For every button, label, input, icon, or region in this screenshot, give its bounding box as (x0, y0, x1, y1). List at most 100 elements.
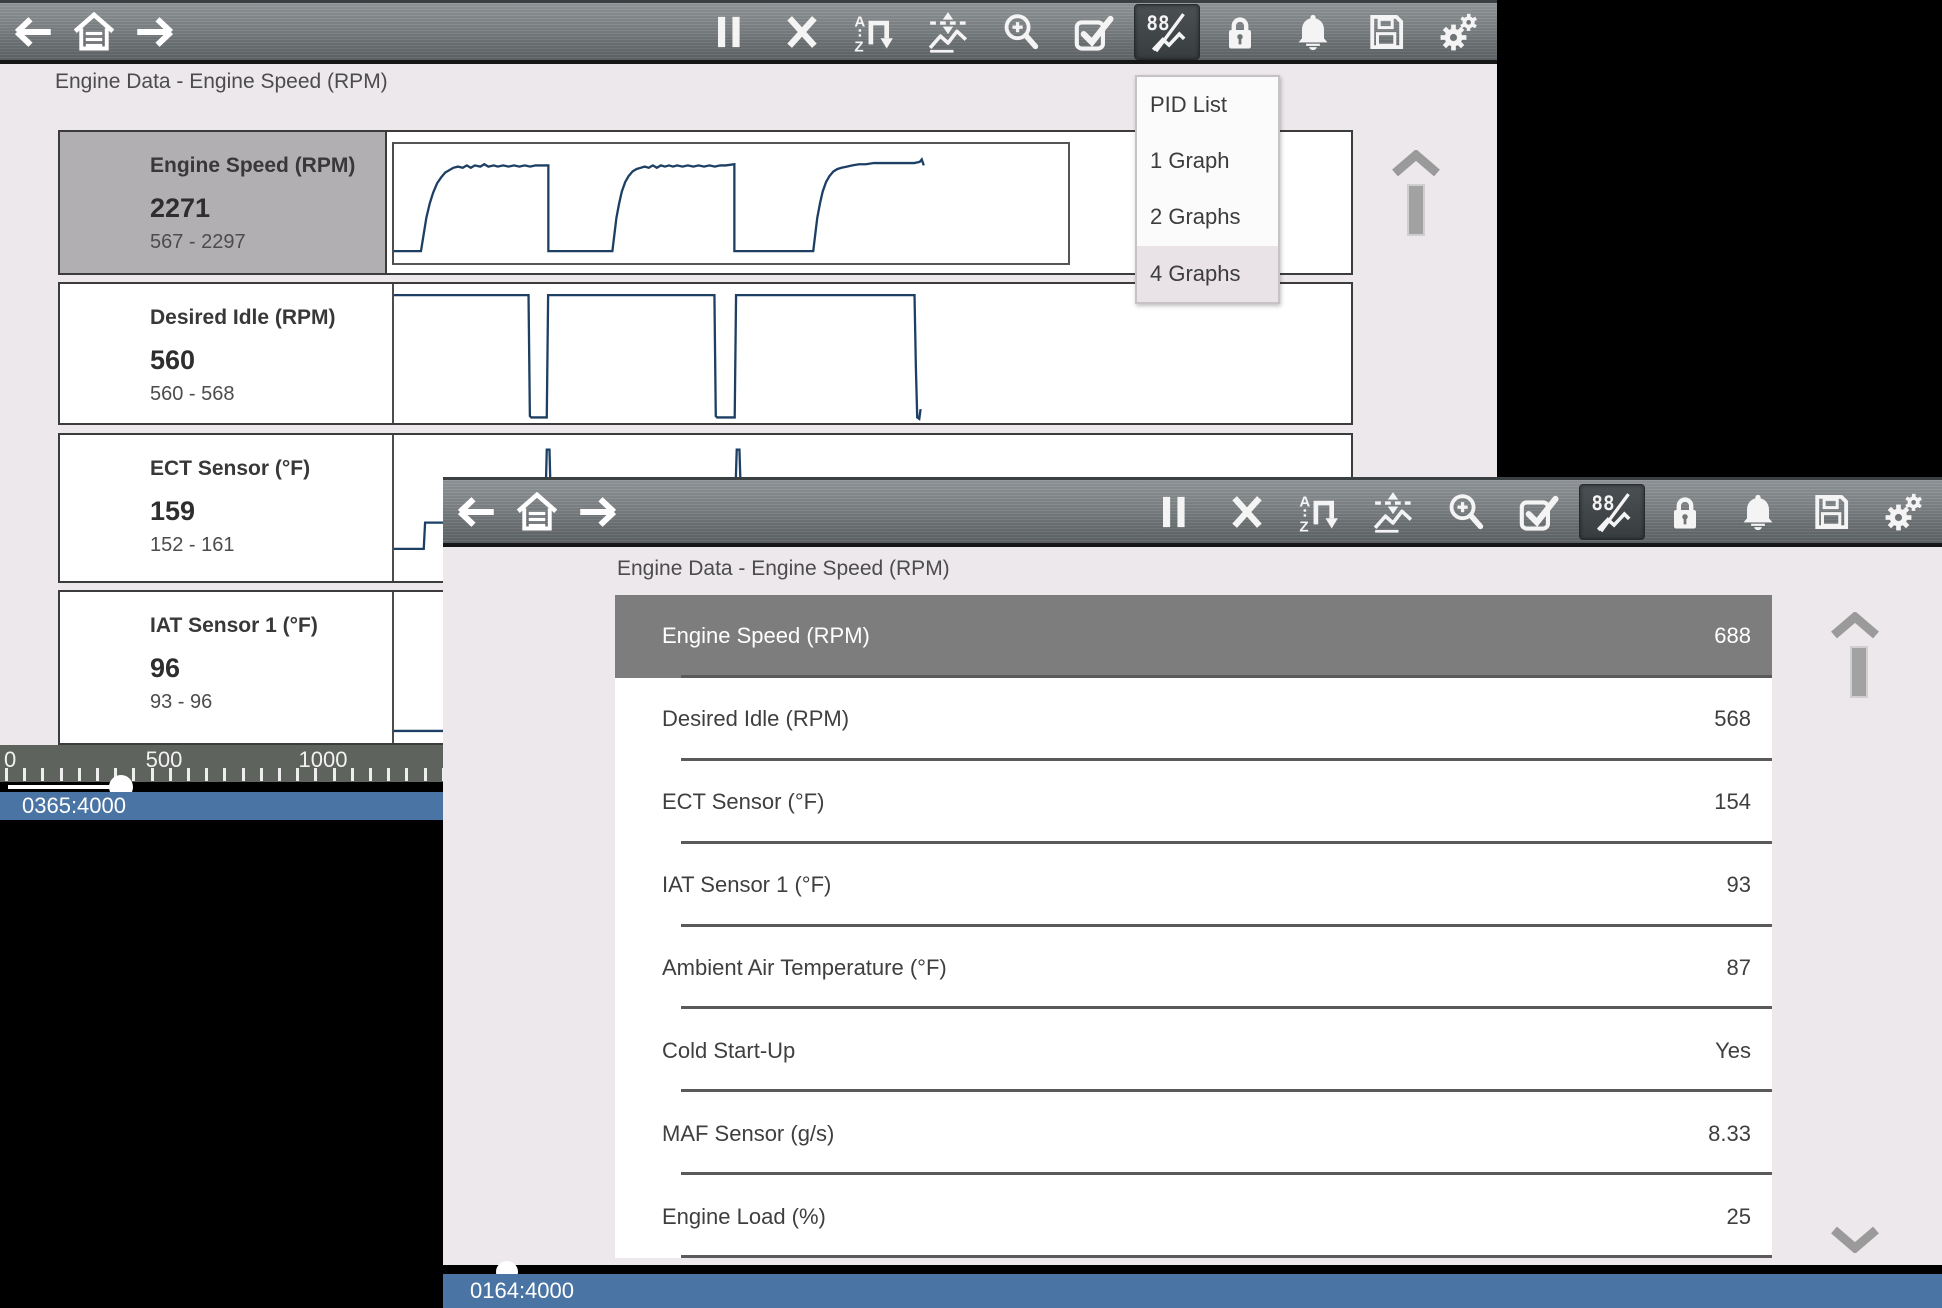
settings-icon[interactable] (1422, 10, 1495, 54)
ruler-tick (405, 768, 408, 781)
ruler-tick (23, 768, 26, 781)
pid-list-row-ect-sensor[interactable]: ECT Sensor (°F) 154 (615, 761, 1772, 844)
view-mode-dropdown: PID List 1 Graph 2 Graphs 4 Graphs (1135, 75, 1280, 304)
ruler-tick (314, 768, 317, 781)
pid-list-row-desired-idle[interactable]: Desired Idle (RPM) 568 (615, 678, 1772, 761)
frame-counter: 0365:4000 (22, 793, 126, 818)
pause-icon[interactable] (692, 10, 765, 54)
settings-icon[interactable] (1867, 490, 1940, 534)
ruler-tick (351, 768, 354, 781)
pid-name: Desired Idle (RPM) (662, 706, 849, 732)
dropdown-item-1-graph[interactable]: 1 Graph (1137, 133, 1278, 189)
save-icon[interactable] (1794, 490, 1867, 534)
pid-current-value: 96 (150, 653, 387, 684)
sort-az-icon[interactable] (838, 10, 911, 54)
display-mode-icon[interactable] (1580, 485, 1644, 539)
clear-icon[interactable] (1210, 490, 1283, 534)
scrollbar-thumb[interactable] (1850, 646, 1868, 698)
ruler-tick (242, 768, 245, 781)
alarm-icon[interactable] (1721, 490, 1794, 534)
pid-name: Engine Speed (RPM) (662, 623, 870, 649)
pid-min-max-range: 560 - 568 (150, 383, 387, 406)
pid-name: Engine Load (%) (662, 1204, 826, 1230)
pid-name: Cold Start-Up (662, 1038, 795, 1064)
forward-icon[interactable] (571, 488, 627, 536)
home-icon[interactable] (66, 8, 122, 56)
save-icon[interactable] (1349, 10, 1422, 54)
fg-toolbar (443, 477, 1942, 547)
desktop: Engine Data - Engine Speed (RPM) Engine … (0, 0, 1942, 1308)
back-icon[interactable] (4, 8, 60, 56)
pid-name: Ambient Air Temperature (°F) (662, 955, 947, 981)
scroll-down-control[interactable] (1829, 1225, 1889, 1255)
scroll-up-control[interactable] (1390, 150, 1442, 270)
pid-list-row-maf-sensor[interactable]: MAF Sensor (g/s) 8.33 (615, 1092, 1772, 1175)
ruler-tick (260, 768, 263, 781)
pid-current-value: 560 (150, 345, 387, 376)
ruler-tick (132, 768, 135, 781)
ruler-tick (296, 768, 299, 781)
ruler-tick (205, 768, 208, 781)
alarm-icon[interactable] (1276, 10, 1349, 54)
dropdown-item-pid-list[interactable]: PID List (1137, 77, 1278, 133)
confirm-icon[interactable] (1502, 490, 1575, 534)
pid-value: 8.33 (1708, 1121, 1751, 1147)
back-icon[interactable] (447, 488, 503, 536)
pid-value: 25 (1727, 1204, 1751, 1230)
confirm-icon[interactable] (1057, 10, 1130, 54)
timeline-track[interactable] (443, 1265, 1942, 1274)
pid-value: 87 (1727, 955, 1751, 981)
sort-az-icon[interactable] (1283, 490, 1356, 534)
ruler-tick (151, 768, 154, 781)
custom-scale-icon[interactable] (1356, 490, 1429, 534)
pause-icon[interactable] (1137, 490, 1210, 534)
ruler-tick (369, 768, 372, 781)
pid-label-panel: IAT Sensor 1 (°F) 96 93 - 96 (60, 592, 387, 743)
lock-icon[interactable] (1648, 490, 1721, 534)
pid-value: 568 (1714, 706, 1751, 732)
ruler-tick (387, 768, 390, 781)
zoom-plus-icon[interactable] (1429, 490, 1502, 534)
ruler-tick (278, 768, 281, 781)
pid-current-value: 2271 (150, 193, 385, 224)
ruler-label: 1000 (299, 747, 348, 773)
pid-list-row-ambient-air-temperature[interactable]: Ambient Air Temperature (°F) 87 (615, 927, 1772, 1010)
page-title: Engine Data - Engine Speed (RPM) (617, 557, 950, 581)
pid-min-max-range: 152 - 161 (150, 534, 387, 557)
ruler-tick (41, 768, 44, 781)
pid-name: MAF Sensor (g/s) (662, 1121, 834, 1147)
scroll-up-control[interactable] (1829, 612, 1889, 722)
forward-icon[interactable] (128, 8, 184, 56)
pid-name: Desired Idle (RPM) (150, 306, 387, 330)
home-icon[interactable] (509, 488, 565, 536)
dropdown-item-4-graphs[interactable]: 4 Graphs (1137, 246, 1278, 302)
pid-list-row-cold-start-up[interactable]: Cold Start-Up Yes (615, 1009, 1772, 1092)
pid-graph-plot (392, 284, 1070, 423)
pid-label-panel: Engine Speed (RPM) 2271 567 - 2297 (60, 132, 387, 273)
pid-list-row-iat-sensor[interactable]: IAT Sensor 1 (°F) 93 (615, 844, 1772, 927)
ruler-tick (187, 768, 190, 781)
zoom-plus-icon[interactable] (984, 10, 1057, 54)
scrollbar-thumb[interactable] (1407, 184, 1425, 236)
ruler-tick (333, 768, 336, 781)
pid-name: ECT Sensor (°F) (662, 789, 824, 815)
row-divider (681, 1255, 1772, 1258)
custom-scale-icon[interactable] (911, 10, 984, 54)
clear-icon[interactable] (765, 10, 838, 54)
ruler-tick (424, 768, 427, 781)
display-mode-icon[interactable] (1135, 5, 1199, 59)
pid-name: Engine Speed (RPM) (150, 154, 385, 178)
pid-list: Engine Speed (RPM) 688 Desired Idle (RPM… (615, 595, 1772, 1258)
pid-list-row-engine-load[interactable]: Engine Load (%) 25 (615, 1175, 1772, 1258)
lock-icon[interactable] (1203, 10, 1276, 54)
page-title: Engine Data - Engine Speed (RPM) (55, 70, 388, 94)
bg-toolbar (0, 0, 1497, 64)
pid-current-value: 159 (150, 496, 387, 527)
pid-list-row-engine-speed[interactable]: Engine Speed (RPM) 688 (615, 595, 1772, 678)
frame-counter-bar: 0164:4000 (443, 1274, 1942, 1308)
pid-name: IAT Sensor 1 (°F) (150, 614, 387, 638)
pid-label-panel: Desired Idle (RPM) 560 560 - 568 (60, 284, 387, 423)
pid-graph-plot (392, 142, 1070, 265)
dropdown-item-2-graphs[interactable]: 2 Graphs (1137, 189, 1278, 245)
pid-value: Yes (1715, 1038, 1751, 1064)
